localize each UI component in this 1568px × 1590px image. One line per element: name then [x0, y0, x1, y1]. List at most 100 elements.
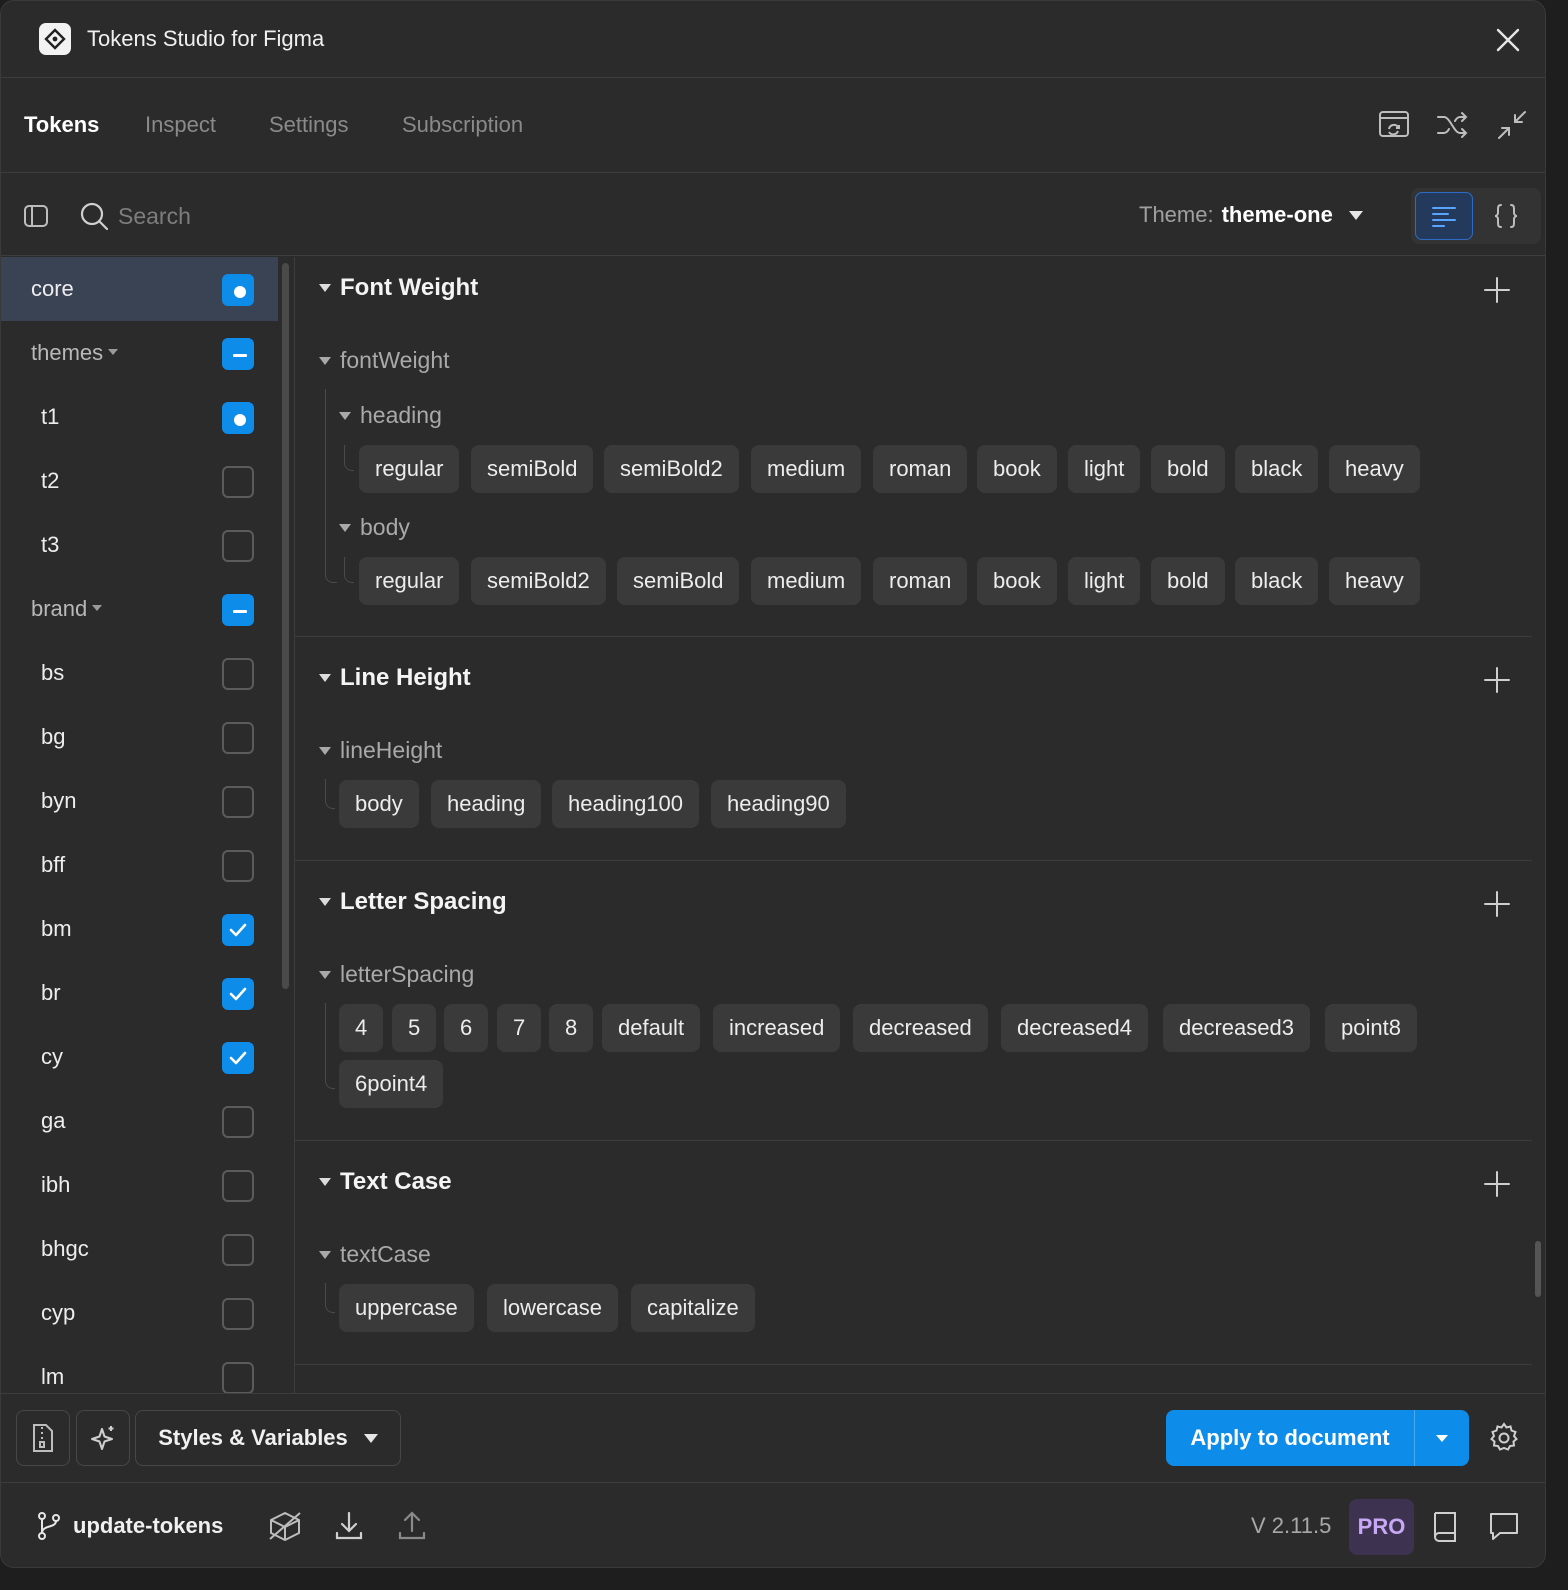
section-header[interactable]: Line Height — [319, 664, 471, 692]
partial-checkbox[interactable] — [222, 594, 254, 626]
json-view-icon[interactable] — [1477, 192, 1535, 240]
set-checkbox[interactable] — [222, 850, 254, 882]
apply-options-chevron-icon[interactable] — [1415, 1410, 1469, 1466]
token-pill[interactable]: bold — [1151, 445, 1225, 493]
apply-to-document-button[interactable]: Apply to document — [1166, 1410, 1414, 1466]
set-checkbox[interactable] — [222, 978, 254, 1010]
pull-download-icon[interactable] — [332, 1509, 366, 1543]
sync-cube-icon[interactable] — [267, 1509, 301, 1543]
token-pill[interactable]: medium — [751, 445, 862, 493]
token-pill[interactable]: body — [339, 780, 419, 828]
file-zip-icon[interactable] — [16, 1410, 70, 1466]
set-checkbox[interactable] — [222, 1106, 254, 1138]
token-pill[interactable]: regular — [359, 445, 460, 493]
tab-tokens[interactable]: Tokens — [24, 112, 99, 138]
gear-icon[interactable] — [1487, 1421, 1521, 1455]
add-token-icon[interactable] — [1483, 1170, 1511, 1198]
token-set-bs[interactable]: bs — [1, 641, 278, 705]
file-preview-icon[interactable] — [1376, 107, 1412, 143]
token-group-brand[interactable]: brand — [1, 577, 278, 641]
token-pill[interactable]: 6 — [444, 1004, 489, 1052]
token-pill[interactable]: black — [1235, 445, 1319, 493]
content-scrollbar[interactable] — [1535, 1241, 1541, 1297]
source-radio-checkbox[interactable] — [222, 274, 254, 306]
set-checkbox[interactable] — [222, 466, 254, 498]
token-pill[interactable]: decreased — [853, 1004, 988, 1052]
source-radio-checkbox[interactable] — [222, 402, 254, 434]
tab-settings[interactable]: Settings — [269, 112, 349, 138]
token-pill[interactable]: light — [1068, 557, 1141, 605]
token-pill[interactable]: uppercase — [339, 1284, 474, 1332]
set-checkbox[interactable] — [222, 786, 254, 818]
token-set-t2[interactable]: t2 — [1, 449, 278, 513]
token-pill[interactable]: light — [1068, 445, 1141, 493]
token-set-t1[interactable]: t1 — [1, 385, 278, 449]
add-token-icon[interactable] — [1483, 276, 1511, 304]
tab-subscription[interactable]: Subscription — [402, 112, 523, 138]
token-pill[interactable]: point8 — [1325, 1004, 1417, 1052]
token-set-br[interactable]: br — [1, 961, 278, 1025]
token-set-cyp[interactable]: cyp — [1, 1281, 278, 1345]
set-checkbox[interactable] — [222, 914, 254, 946]
token-pill[interactable]: heading — [431, 780, 542, 828]
token-set-bhgc[interactable]: bhgc — [1, 1217, 278, 1281]
token-pill[interactable]: increased — [713, 1004, 841, 1052]
token-pill[interactable]: heavy — [1329, 445, 1420, 493]
token-subgroup-header[interactable]: body — [339, 514, 410, 541]
push-upload-icon[interactable] — [395, 1509, 429, 1543]
token-group-themes[interactable]: themes — [1, 321, 278, 385]
feedback-chat-icon[interactable] — [1487, 1509, 1521, 1543]
token-pill[interactable]: 8 — [549, 1004, 594, 1052]
sidebar-toggle-icon[interactable] — [21, 201, 51, 231]
token-set-bff[interactable]: bff — [1, 833, 278, 897]
close-icon[interactable] — [1493, 25, 1523, 55]
token-pill[interactable]: semiBold2 — [604, 445, 739, 493]
set-checkbox[interactable] — [222, 722, 254, 754]
token-group-header[interactable]: fontWeight — [319, 347, 450, 374]
set-checkbox[interactable] — [222, 1362, 254, 1393]
token-subgroup-header[interactable]: heading — [339, 402, 442, 429]
token-pill[interactable]: bold — [1151, 557, 1225, 605]
set-checkbox[interactable] — [222, 1234, 254, 1266]
token-pill[interactable]: 5 — [392, 1004, 437, 1052]
token-pill[interactable]: 4 — [339, 1004, 384, 1052]
section-header[interactable]: Letter Spacing — [319, 888, 507, 916]
token-pill[interactable]: heading100 — [552, 780, 700, 828]
search-input[interactable] — [118, 198, 518, 234]
list-view-icon[interactable] — [1415, 192, 1473, 240]
token-pill[interactable]: medium — [751, 557, 862, 605]
token-set-core[interactable]: core — [1, 257, 278, 321]
add-token-icon[interactable] — [1483, 666, 1511, 694]
token-pill[interactable]: semiBold — [471, 445, 594, 493]
token-pill[interactable]: roman — [873, 445, 968, 493]
shuffle-icon[interactable] — [1435, 107, 1471, 143]
token-pill[interactable]: roman — [873, 557, 968, 605]
token-group-header[interactable]: letterSpacing — [319, 961, 474, 988]
token-pill[interactable]: lowercase — [487, 1284, 619, 1332]
token-pill[interactable]: 7 — [497, 1004, 542, 1052]
partial-checkbox[interactable] — [222, 338, 254, 370]
styles-variables-dropdown[interactable]: Styles & Variables — [135, 1410, 401, 1466]
set-checkbox[interactable] — [222, 1170, 254, 1202]
tab-inspect[interactable]: Inspect — [145, 112, 216, 138]
token-pill[interactable]: book — [977, 445, 1057, 493]
token-set-ga[interactable]: ga — [1, 1089, 278, 1153]
minimize-icon[interactable] — [1494, 107, 1530, 143]
token-set-byn[interactable]: byn — [1, 769, 278, 833]
token-set-ibh[interactable]: ibh — [1, 1153, 278, 1217]
token-pill[interactable]: black — [1235, 557, 1319, 605]
token-pill[interactable]: default — [602, 1004, 701, 1052]
theme-selector[interactable]: Theme: theme-one — [1139, 202, 1363, 228]
sparkle-icon[interactable] — [76, 1410, 130, 1466]
pro-badge[interactable]: PRO — [1349, 1499, 1414, 1555]
token-set-lm[interactable]: lm — [1, 1345, 278, 1393]
token-group-header[interactable]: lineHeight — [319, 737, 442, 764]
token-pill[interactable]: heavy — [1329, 557, 1420, 605]
add-token-icon[interactable] — [1483, 890, 1511, 918]
token-pill[interactable]: semiBold — [617, 557, 740, 605]
token-set-t3[interactable]: t3 — [1, 513, 278, 577]
set-checkbox[interactable] — [222, 530, 254, 562]
token-group-header[interactable]: textCase — [319, 1241, 431, 1268]
token-set-bm[interactable]: bm — [1, 897, 278, 961]
docs-book-icon[interactable] — [1429, 1509, 1463, 1543]
